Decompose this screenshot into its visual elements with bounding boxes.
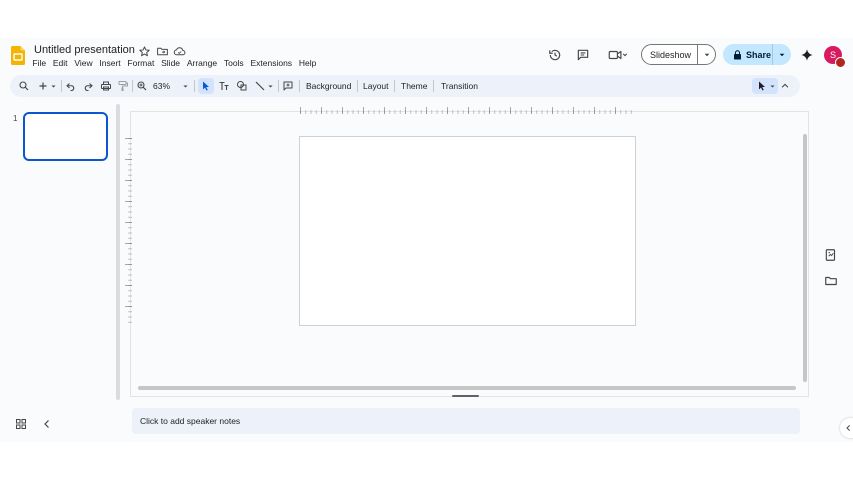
avatar-badge bbox=[835, 57, 846, 68]
chevron-left-icon bbox=[844, 423, 853, 433]
share-button[interactable]: Share bbox=[723, 44, 791, 65]
paint-format-icon[interactable] bbox=[117, 79, 129, 93]
history-icon[interactable] bbox=[548, 48, 562, 62]
toolbar-divider bbox=[278, 80, 279, 92]
slideshow-dropdown-icon[interactable] bbox=[697, 45, 715, 64]
lock-icon bbox=[733, 49, 742, 60]
shape-icon[interactable] bbox=[236, 79, 248, 93]
toolbar-divider bbox=[61, 80, 62, 92]
text-box-icon[interactable] bbox=[218, 79, 230, 93]
filmstrip-scrollbar[interactable] bbox=[116, 104, 120, 400]
line-dropdown-icon[interactable] bbox=[267, 79, 274, 93]
star-icon[interactable] bbox=[138, 45, 151, 58]
collapse-filmstrip-icon[interactable] bbox=[41, 418, 53, 430]
meet-icon[interactable] bbox=[606, 48, 630, 62]
menu-insert[interactable]: Insert bbox=[96, 58, 124, 69]
menu-edit[interactable]: Edit bbox=[49, 58, 70, 69]
menu-help[interactable]: Help bbox=[295, 58, 319, 69]
toolbar-divider bbox=[194, 80, 195, 92]
mode-select-icon[interactable] bbox=[756, 79, 768, 93]
slides-app: Untitled presentation File Edit View Ins… bbox=[0, 38, 853, 442]
mode-dropdown-icon[interactable] bbox=[769, 79, 776, 93]
toolbar-divider bbox=[299, 80, 300, 92]
zoom-dropdown-icon[interactable] bbox=[182, 79, 189, 93]
menu-view[interactable]: View bbox=[71, 58, 96, 69]
print-icon[interactable] bbox=[100, 79, 112, 93]
collapse-toolbar-icon[interactable] bbox=[780, 79, 790, 93]
zoom-level[interactable]: 63% bbox=[153, 79, 170, 93]
line-icon[interactable] bbox=[254, 79, 266, 93]
slideshow-button[interactable]: Slideshow bbox=[641, 44, 716, 65]
show-side-panel-button[interactable] bbox=[840, 418, 853, 438]
document-title[interactable]: Untitled presentation bbox=[34, 44, 135, 56]
toolbar-divider bbox=[357, 80, 358, 92]
toolbar: 63% Background Layout Theme Transition bbox=[10, 75, 800, 97]
new-slide-icon[interactable] bbox=[37, 79, 49, 93]
search-menus-icon[interactable] bbox=[18, 79, 30, 93]
menu-format[interactable]: Format bbox=[124, 58, 158, 69]
transition-button[interactable]: Transition bbox=[441, 79, 478, 93]
horizontal-scrollbar[interactable] bbox=[138, 386, 796, 390]
layout-button[interactable]: Layout bbox=[363, 79, 389, 93]
share-label: Share bbox=[746, 49, 772, 60]
toolbar-divider bbox=[394, 80, 395, 92]
menu-extensions[interactable]: Extensions bbox=[247, 58, 295, 69]
move-folder-icon[interactable] bbox=[156, 45, 169, 58]
toolbar-divider bbox=[132, 80, 133, 92]
menu-bar: File Edit View Insert Format Slide Arran… bbox=[29, 58, 320, 69]
horizontal-ruler[interactable] bbox=[300, 106, 636, 114]
gemini-icon[interactable] bbox=[800, 48, 814, 62]
folder-icon[interactable] bbox=[824, 274, 838, 288]
menu-arrange[interactable]: Arrange bbox=[183, 58, 220, 69]
speaker-notes[interactable]: Click to add speaker notes bbox=[132, 408, 800, 434]
slideshow-label: Slideshow bbox=[649, 49, 692, 60]
notes-resize-handle[interactable] bbox=[452, 395, 479, 397]
share-dropdown-icon[interactable] bbox=[772, 44, 791, 65]
comment-icon[interactable] bbox=[576, 48, 590, 62]
keep-notes-icon[interactable] bbox=[824, 248, 838, 262]
vertical-scrollbar[interactable] bbox=[803, 134, 807, 382]
undo-icon[interactable] bbox=[65, 79, 77, 93]
background-button[interactable]: Background bbox=[306, 79, 351, 93]
slide-number: 1 bbox=[13, 114, 18, 123]
add-comment-icon[interactable] bbox=[282, 79, 294, 93]
cloud-status-icon[interactable] bbox=[173, 45, 186, 58]
toolbar-divider bbox=[433, 80, 434, 92]
menu-tools[interactable]: Tools bbox=[220, 58, 247, 69]
vertical-ruler[interactable] bbox=[124, 138, 132, 326]
redo-icon[interactable] bbox=[82, 79, 94, 93]
slide-thumbnail[interactable] bbox=[23, 112, 108, 161]
grid-view-icon[interactable] bbox=[15, 418, 27, 430]
menu-slide[interactable]: Slide bbox=[158, 58, 184, 69]
zoom-icon[interactable] bbox=[136, 79, 148, 93]
theme-button[interactable]: Theme bbox=[401, 79, 427, 93]
select-tool-icon[interactable] bbox=[200, 79, 212, 93]
menu-file[interactable]: File bbox=[29, 58, 49, 69]
slide-canvas[interactable] bbox=[299, 136, 636, 326]
slides-logo-icon[interactable] bbox=[11, 46, 25, 65]
new-slide-dropdown-icon[interactable] bbox=[50, 79, 57, 93]
